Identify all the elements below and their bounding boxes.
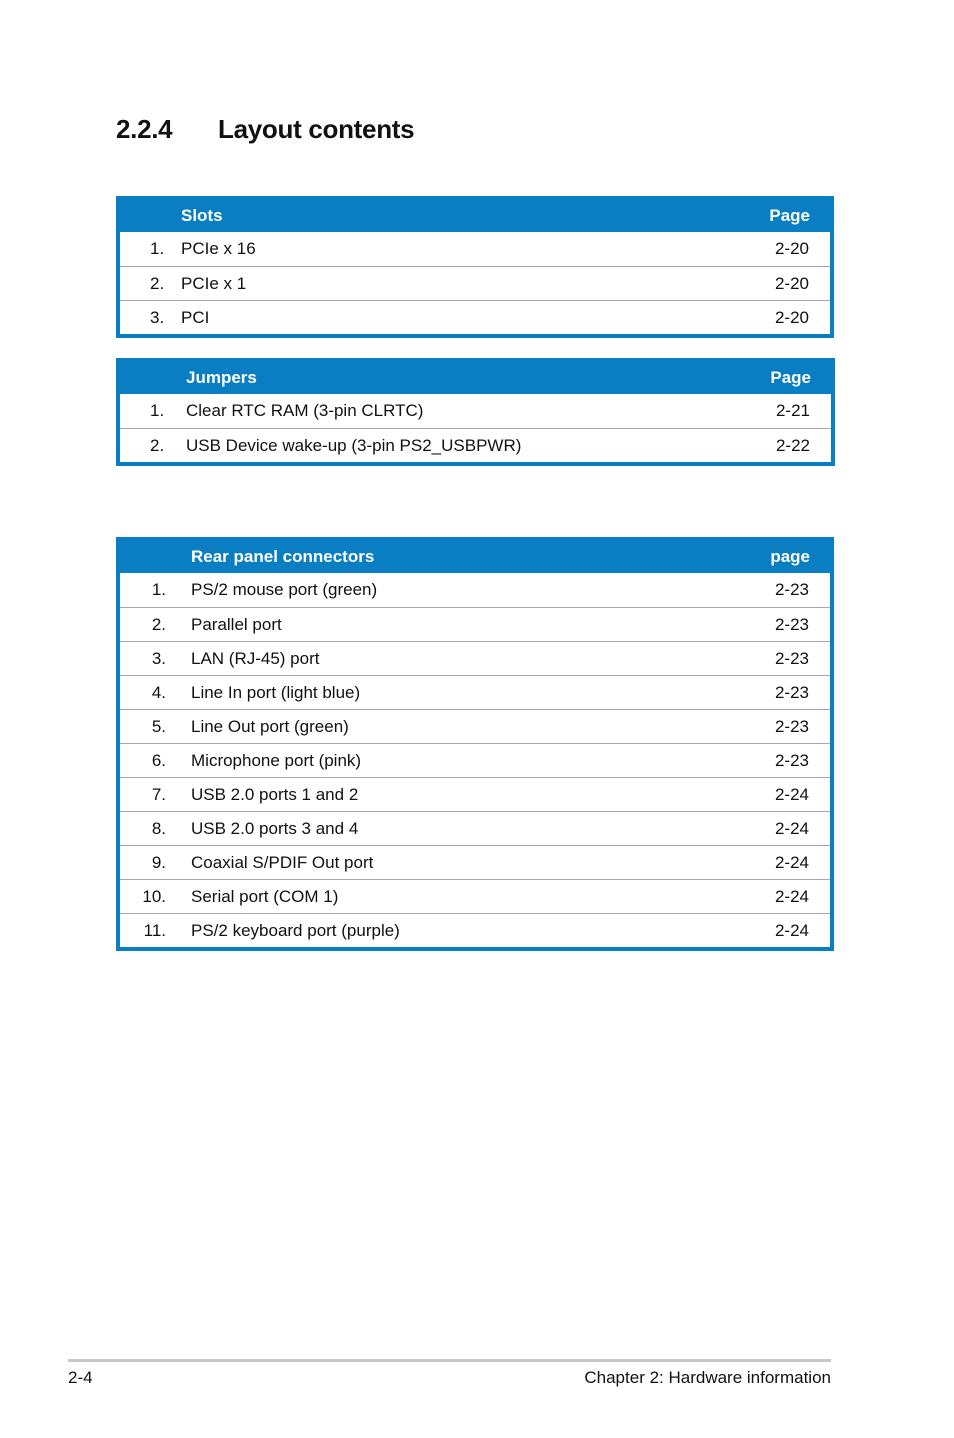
table-row: 11. PS/2 keyboard port (purple) 2-24 — [120, 913, 830, 947]
row-number: 10. — [142, 887, 166, 906]
table-row: 3. PCI 2-20 — [120, 300, 830, 334]
table-header: Slots Page — [120, 196, 830, 232]
header-page: page — [770, 547, 810, 566]
table-row: 1. PCIe x 16 2-20 — [120, 232, 830, 266]
row-number: 5. — [151, 717, 166, 736]
table-row: 1. PS/2 mouse port (green) 2-23 — [120, 573, 830, 607]
table-body: 1. PCIe x 16 2-20 2. PCIe x 1 2-20 3. PCI 2-20 — [120, 232, 830, 334]
row-number: 3. — [151, 649, 166, 668]
row-label: USB 2.0 ports 1 and 2 — [191, 785, 359, 804]
row-number: 2. — [151, 615, 166, 634]
row-number: 9. — [151, 853, 166, 872]
row-label: PS/2 mouse port (green) — [191, 580, 378, 599]
row-number: 11. — [143, 921, 166, 940]
row-page: 2-23 — [774, 717, 809, 736]
row-page: 2-23 — [774, 615, 809, 634]
row-label: Clear RTC RAM (3-pin CLRTC) — [186, 401, 424, 420]
row-label: PCIe x 16 — [181, 239, 256, 258]
row-page: 2-24 — [774, 887, 809, 906]
table-row: 2. Parallel port 2-23 — [120, 607, 830, 641]
table-body: 1. Clear RTC RAM (3-pin CLRTC) 2-21 2. USB D… — [120, 394, 831, 462]
table-row: 4. Line In port (light blue) 2-23 — [120, 675, 830, 709]
footer-divider — [68, 1359, 831, 1362]
row-page: 2-24 — [774, 819, 809, 838]
row-label: PS/2 keyboard port (purple) — [191, 921, 400, 940]
row-label: Coaxial S/PDIF Out port — [191, 853, 374, 872]
table-body: 1. PS/2 mouse port (green) 2-23 2. Parallel … — [120, 573, 830, 947]
row-number: 2. — [150, 436, 165, 455]
row-page: 2-20 — [774, 239, 809, 258]
header-title: Slots — [181, 206, 223, 225]
table-row: 3. LAN (RJ-45) port 2-23 — [120, 641, 830, 675]
table-row: 6. Microphone port (pink) 2-23 — [120, 743, 830, 777]
row-number: 8. — [151, 819, 166, 838]
row-number: 6. — [151, 751, 166, 770]
row-label: PCI — [181, 308, 210, 327]
row-page: 2-23 — [774, 649, 809, 668]
row-label: LAN (RJ-45) port — [191, 649, 320, 668]
footer-chapter: Chapter 2: Hardware information — [584, 1368, 831, 1387]
table-header: Jumpers Page — [120, 358, 831, 394]
row-label: Line In port (light blue) — [191, 683, 361, 702]
table-row: 2. PCIe x 1 2-20 — [120, 266, 830, 300]
jumpers-table: Jumpers Page 1. Clear RTC RAM (3-pin CLRT… — [116, 358, 835, 466]
row-label: Parallel port — [191, 615, 282, 634]
row-page: 2-23 — [774, 751, 809, 770]
table-row: 9. Coaxial S/PDIF Out port 2-24 — [120, 845, 830, 879]
header-page: Page — [770, 368, 811, 387]
section-heading: 2.2.4 Layout contents — [116, 114, 415, 145]
row-page: 2-20 — [774, 308, 809, 327]
table-header: Rear panel connectors page — [120, 537, 830, 573]
section-number: 2.2.4 — [116, 114, 173, 144]
row-page: 2-24 — [774, 853, 809, 872]
row-label: USB 2.0 ports 3 and 4 — [191, 819, 359, 838]
row-label: Serial port (COM 1) — [191, 887, 339, 906]
row-label: Microphone port (pink) — [191, 751, 362, 770]
table-row: 1. Clear RTC RAM (3-pin CLRTC) 2-21 — [120, 394, 831, 428]
rear-panel-connectors-table: Rear panel connectors page 1. PS/2 mouse … — [116, 537, 834, 951]
row-label: USB Device wake-up (3-pin PS2_USBPWR) — [186, 436, 522, 455]
row-page: 2-23 — [774, 683, 809, 702]
row-page: 2-24 — [774, 785, 809, 804]
row-page: 2-21 — [775, 401, 810, 420]
row-number: 1. — [150, 401, 165, 420]
row-page: 2-20 — [774, 274, 809, 293]
header-title: Rear panel connectors — [191, 547, 375, 566]
table-row: 10. Serial port (COM 1) 2-24 — [120, 879, 830, 913]
section-title: Layout contents — [218, 114, 415, 144]
row-label: PCIe x 1 — [181, 274, 247, 293]
header-page: Page — [769, 206, 810, 225]
row-number: 7. — [151, 785, 166, 804]
row-number: 1. — [151, 580, 166, 599]
row-number: 4. — [151, 683, 166, 702]
table-row: 8. USB 2.0 ports 3 and 4 2-24 — [120, 811, 830, 845]
slots-table: Slots Page 1. PCIe x 16 2-20 2. PCIe x 1 2-20… — [116, 196, 834, 338]
row-page: 2-24 — [774, 921, 809, 940]
row-number: 3. — [150, 308, 165, 327]
row-number: 1. — [150, 239, 165, 258]
row-page: 2-23 — [774, 580, 809, 599]
row-page: 2-22 — [775, 436, 810, 455]
table-row: 5. Line Out port (green) 2-23 — [120, 709, 830, 743]
row-label: Line Out port (green) — [191, 717, 349, 736]
row-number: 2. — [150, 274, 165, 293]
footer-page-number: 2-4 — [68, 1368, 93, 1387]
header-title: Jumpers — [186, 368, 257, 387]
table-row: 2. USB Device wake-up (3-pin PS2_USBPWR) 2… — [120, 428, 831, 462]
table-row: 7. USB 2.0 ports 1 and 2 2-24 — [120, 777, 830, 811]
